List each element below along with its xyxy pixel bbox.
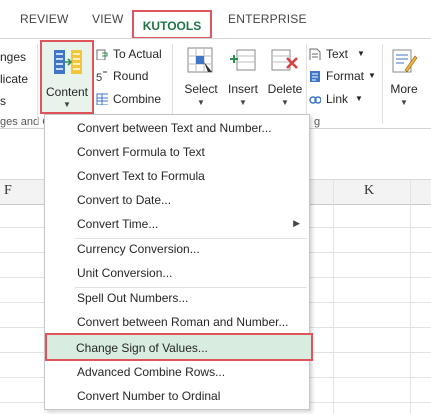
ribbon-group-label-left: ges and C xyxy=(0,116,51,128)
content-dropdown-menu: Convert between Text and Number... Conve… xyxy=(44,114,313,410)
menu-item-convert-text-number[interactable]: Convert between Text and Number... xyxy=(46,117,308,141)
delete-button[interactable]: Delete ▼ xyxy=(264,42,306,114)
link-button[interactable]: Link ▼ xyxy=(309,91,379,109)
menu-item-convert-formula-to-text[interactable]: Convert Formula to Text xyxy=(46,141,308,165)
to-actual-button[interactable]: To Actual xyxy=(96,46,166,64)
format-label: Format xyxy=(326,69,365,83)
delete-icon xyxy=(271,49,298,71)
submenu-arrow-icon: ▶ xyxy=(293,218,300,228)
chevron-down-icon: ▼ xyxy=(63,100,71,109)
text-button[interactable]: Text ▼ xyxy=(309,46,379,64)
column-header-f[interactable]: F xyxy=(4,183,12,199)
round-button[interactable]: 5 Round xyxy=(96,68,166,86)
insert-button[interactable]: Insert ▼ xyxy=(224,42,262,114)
format-icon xyxy=(310,71,320,82)
chevron-down-icon: ▼ xyxy=(281,98,289,107)
chevron-down-icon: ▼ xyxy=(239,98,247,107)
combine-label: Combine xyxy=(113,92,162,106)
more-button[interactable]: More ▼ xyxy=(384,42,424,114)
menu-item-unit-conversion[interactable]: Unit Conversion... xyxy=(46,262,308,286)
ribbon-separator xyxy=(172,44,173,124)
content-button[interactable]: Content ▼ xyxy=(40,40,94,114)
menu-item-convert-text-to-formula[interactable]: Convert Text to Formula xyxy=(46,165,308,189)
round-icon: 5 xyxy=(96,71,107,82)
svg-text:5: 5 xyxy=(96,72,102,82)
content-button-label: Content xyxy=(45,85,89,99)
more-label: More xyxy=(390,82,418,96)
chevron-down-icon: ▼ xyxy=(197,98,205,107)
tab-kutools-label: KUTOOLS xyxy=(142,19,202,33)
ribbon-separator xyxy=(306,44,307,124)
tab-enterprise[interactable]: ENTERPRISE xyxy=(228,12,307,26)
ribbon-partial-item-3[interactable]: s xyxy=(0,94,6,108)
ribbon-separator xyxy=(37,44,38,124)
ribbon-separator xyxy=(382,44,383,124)
text-doc-icon xyxy=(309,48,321,60)
tab-view[interactable]: VIEW xyxy=(92,12,123,26)
delete-label: Delete xyxy=(267,82,303,96)
chevron-down-icon: ▼ xyxy=(368,71,376,80)
link-icon xyxy=(309,96,321,104)
ribbon-partial-item-1[interactable]: nges xyxy=(0,50,26,64)
ribbon-partial-item-2[interactable]: licate xyxy=(0,72,28,86)
menu-item-convert-to-date[interactable]: Convert to Date... xyxy=(46,189,308,213)
to-actual-label: To Actual xyxy=(113,47,162,61)
round-label: Round xyxy=(113,69,149,83)
menu-item-change-sign-of-values[interactable]: Change Sign of Values... xyxy=(45,333,313,361)
ribbon-tab-bar: REVIEW VIEW KUTOOLS ENTERPRISE xyxy=(0,0,431,40)
chevron-down-icon: ▼ xyxy=(400,98,408,107)
combine-icon xyxy=(96,93,108,105)
format-button[interactable]: Format ▼ xyxy=(309,68,379,86)
tab-kutools[interactable]: KUTOOLS xyxy=(132,10,212,39)
to-actual-icon xyxy=(96,49,108,60)
link-label: Link xyxy=(326,92,349,106)
menu-item-advanced-combine-rows[interactable]: Advanced Combine Rows... xyxy=(46,361,308,385)
menu-item-spell-out-numbers[interactable]: Spell Out Numbers... xyxy=(46,287,308,311)
menu-item-convert-number-to-ordinal[interactable]: Convert Number to Ordinal xyxy=(46,385,308,409)
chevron-down-icon: ▼ xyxy=(355,94,363,103)
insert-label: Insert xyxy=(227,82,258,96)
tab-review[interactable]: REVIEW xyxy=(20,12,69,26)
column-header-k[interactable]: K xyxy=(364,183,374,199)
content-icon xyxy=(54,50,82,74)
more-icon xyxy=(392,49,418,73)
select-button[interactable]: Select ▼ xyxy=(178,42,224,114)
chevron-down-icon: ▼ xyxy=(357,49,365,58)
menu-item-convert-time[interactable]: Convert Time... ▶ xyxy=(46,213,308,237)
select-icon xyxy=(187,47,213,73)
ribbon-group-label-editing: g xyxy=(314,116,321,128)
column-gridline xyxy=(333,179,334,414)
text-label: Text xyxy=(326,47,349,61)
menu-item-convert-roman-number[interactable]: Convert between Roman and Number... xyxy=(46,311,308,335)
menu-item-currency-conversion[interactable]: Currency Conversion... xyxy=(46,238,308,262)
column-gridline xyxy=(410,179,411,414)
insert-icon xyxy=(230,49,256,71)
select-label: Select xyxy=(184,82,218,96)
combine-button[interactable]: Combine xyxy=(96,91,166,109)
